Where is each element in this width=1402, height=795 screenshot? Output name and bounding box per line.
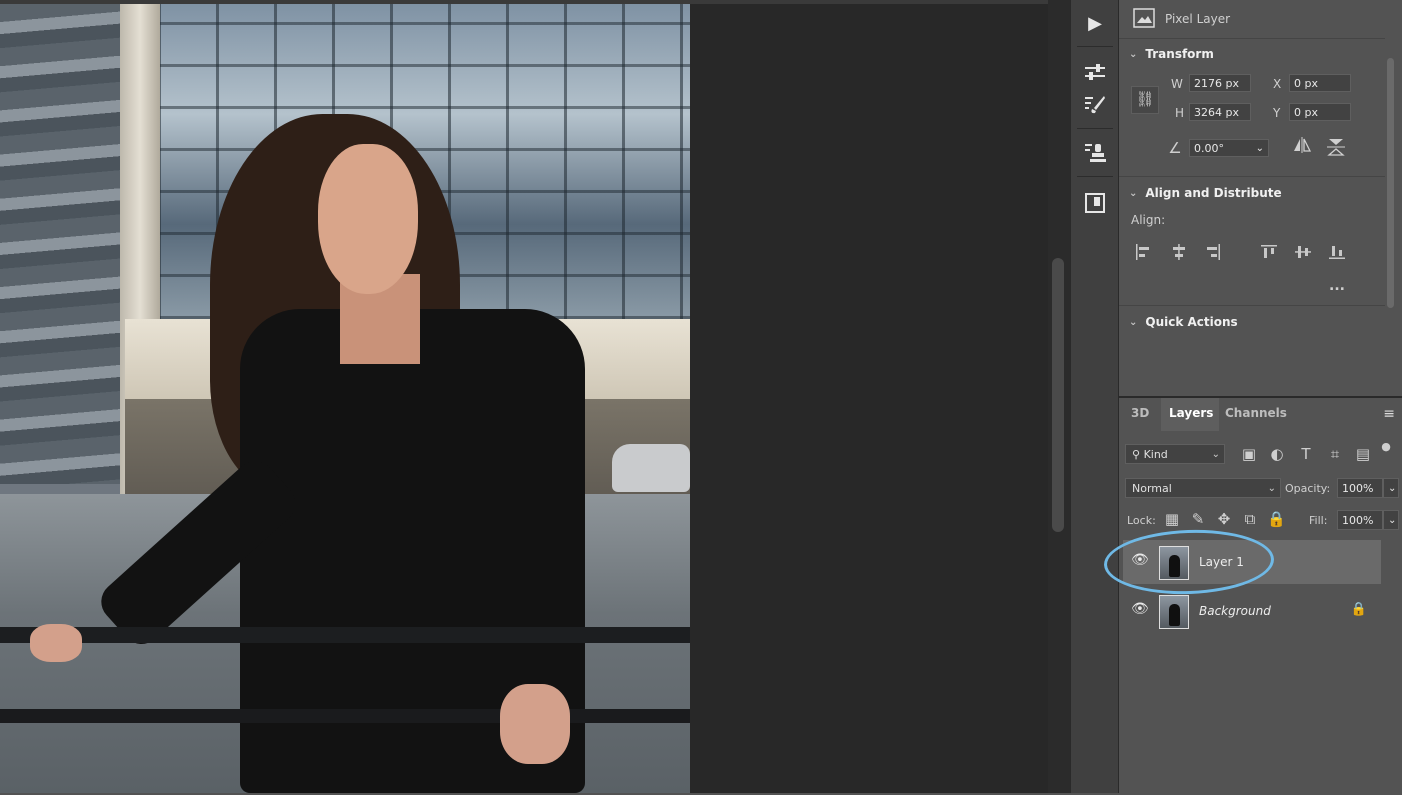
- align-title: Align and Distribute: [1145, 186, 1282, 200]
- lock-icon: 🔒: [1350, 602, 1367, 617]
- layer-thumbnail: [1159, 546, 1189, 580]
- align-label: Align:: [1131, 213, 1166, 227]
- blend-mode-value: Normal: [1132, 482, 1172, 495]
- divider: [1077, 176, 1113, 177]
- lock-artboard-icon[interactable]: ⧉: [1241, 510, 1259, 528]
- photo-railing-bottom: [0, 709, 690, 723]
- quick-actions-title: Quick Actions: [1145, 315, 1238, 329]
- divider: [1119, 176, 1385, 177]
- play-icon[interactable]: ▶: [1081, 10, 1109, 36]
- photo-car: [612, 444, 690, 492]
- opacity-field[interactable]: 100%: [1337, 478, 1383, 498]
- align-bottom-edges-icon[interactable]: [1327, 244, 1347, 264]
- chevron-down-icon: ⌄: [1129, 48, 1138, 60]
- photo-railing-top: [0, 627, 690, 643]
- shape-filter-icon[interactable]: ⌗: [1325, 445, 1345, 463]
- x-field[interactable]: 0 px: [1289, 74, 1351, 92]
- layer-type-label: Pixel Layer: [1165, 12, 1231, 26]
- blend-mode-dropdown[interactable]: Normal ⌄: [1125, 478, 1281, 498]
- link-proportions-icon[interactable]: ⛓: [1131, 86, 1159, 114]
- align-left-edges-icon[interactable]: [1133, 244, 1153, 264]
- layer-row-layer-1[interactable]: 👁 Layer 1: [1123, 540, 1381, 584]
- filter-toggle-icon[interactable]: ●: [1379, 440, 1393, 453]
- canvas-scroll-thumb[interactable]: [1052, 258, 1064, 532]
- document-canvas[interactable]: [0, 0, 1048, 793]
- eye-icon[interactable]: 👁: [1131, 601, 1149, 617]
- align-section-header[interactable]: ⌄ Align and Distribute: [1129, 186, 1282, 200]
- transform-title: Transform: [1145, 47, 1214, 61]
- fill-dropdown-button[interactable]: ⌄: [1383, 510, 1399, 530]
- fill-field[interactable]: 100%: [1337, 510, 1383, 530]
- align-top-edges-icon[interactable]: [1259, 244, 1279, 264]
- document-photo[interactable]: [0, 4, 690, 793]
- width-field[interactable]: 2176 px: [1189, 74, 1251, 92]
- smart-object-filter-icon[interactable]: ▤: [1353, 445, 1373, 463]
- layers-panel: 3D Layers Channels ≡ ⚲ Kind ⌄ ▣ ◐ T ⌗ ▤ …: [1119, 396, 1402, 795]
- properties-scroll-thumb[interactable]: [1387, 58, 1394, 308]
- angle-icon: ∠: [1168, 139, 1182, 157]
- layer-row-background[interactable]: 👁 Background 🔒: [1123, 589, 1381, 633]
- photo-face: [318, 144, 418, 294]
- height-field[interactable]: 3264 px: [1189, 103, 1251, 121]
- width-label: W: [1171, 77, 1183, 91]
- chevron-down-icon: ⌄: [1129, 316, 1138, 328]
- y-label: Y: [1273, 106, 1281, 120]
- fill-label: Fill:: [1309, 514, 1328, 527]
- y-field[interactable]: 0 px: [1289, 103, 1351, 121]
- divider: [1119, 305, 1385, 306]
- panel-icon-bar: ▶: [1070, 0, 1119, 793]
- lock-transparent-pixels-icon[interactable]: ▦: [1163, 510, 1181, 528]
- photo-building-left: [0, 4, 125, 484]
- panel-menu-icon[interactable]: ≡: [1383, 406, 1395, 422]
- lock-image-pixels-icon[interactable]: ✎: [1189, 510, 1207, 528]
- tab-channels[interactable]: Channels: [1225, 406, 1287, 420]
- transform-section-header[interactable]: ⌄ Transform: [1129, 47, 1214, 61]
- type-filter-icon[interactable]: T: [1296, 445, 1316, 463]
- chevron-down-icon[interactable]: ⌄: [1256, 140, 1264, 158]
- right-panel: Pixel Layer ⌄ Transform ⛓ W 2176 px X 0 …: [1118, 0, 1402, 795]
- chevron-down-icon: ⌄: [1211, 449, 1220, 460]
- divider: [1077, 128, 1113, 129]
- filter-kind-dropdown[interactable]: ⚲ Kind ⌄: [1125, 444, 1225, 464]
- pixel-layer-icon: [1133, 8, 1155, 28]
- align-horizontal-centers-icon[interactable]: [1169, 244, 1189, 264]
- layer-name[interactable]: Background: [1199, 604, 1271, 618]
- layer-thumbnail: [1159, 595, 1189, 629]
- divider: [1119, 38, 1385, 39]
- properties-panel: Pixel Layer ⌄ Transform ⛓ W 2176 px X 0 …: [1119, 0, 1385, 395]
- photo-hand-left: [30, 624, 82, 662]
- lock-position-icon[interactable]: ✥: [1215, 510, 1233, 528]
- x-label: X: [1273, 77, 1282, 91]
- more-options-button[interactable]: ...: [1329, 278, 1345, 294]
- flip-vertical-icon[interactable]: [1325, 137, 1347, 161]
- adjustments-icon[interactable]: [1081, 60, 1109, 86]
- opacity-dropdown-button[interactable]: ⌄: [1383, 478, 1399, 498]
- align-right-edges-icon[interactable]: [1203, 244, 1223, 264]
- adjustment-filter-icon[interactable]: ◐: [1267, 445, 1287, 463]
- photo-hand-right: [500, 684, 570, 764]
- flip-horizontal-icon[interactable]: [1291, 137, 1313, 157]
- lock-label: Lock:: [1127, 514, 1156, 527]
- search-icon: ⚲: [1132, 448, 1141, 461]
- quick-actions-section-header[interactable]: ⌄ Quick Actions: [1129, 315, 1238, 329]
- clone-source-icon[interactable]: [1081, 140, 1109, 166]
- align-vertical-centers-icon[interactable]: [1293, 244, 1313, 264]
- angle-field[interactable]: 0.00° ⌄: [1189, 139, 1269, 157]
- chevron-down-icon: ⌄: [1267, 483, 1276, 494]
- lock-all-icon[interactable]: 🔒: [1267, 510, 1286, 528]
- image-filter-icon[interactable]: ▣: [1239, 445, 1259, 463]
- eye-icon[interactable]: 👁: [1131, 552, 1149, 568]
- opacity-label: Opacity:: [1285, 482, 1331, 495]
- tab-3d[interactable]: 3D: [1131, 406, 1149, 420]
- divider: [1077, 46, 1113, 47]
- tab-layers[interactable]: Layers: [1169, 406, 1213, 420]
- chevron-down-icon: ⌄: [1129, 187, 1138, 199]
- angle-value: 0.00°: [1194, 142, 1224, 155]
- properties-icon[interactable]: [1081, 190, 1109, 216]
- filter-kind-value: Kind: [1143, 448, 1168, 461]
- properties-scrollbar[interactable]: [1384, 40, 1396, 360]
- brush-settings-icon[interactable]: [1081, 92, 1109, 118]
- height-label: H: [1175, 106, 1185, 120]
- layer-name[interactable]: Layer 1: [1199, 555, 1244, 569]
